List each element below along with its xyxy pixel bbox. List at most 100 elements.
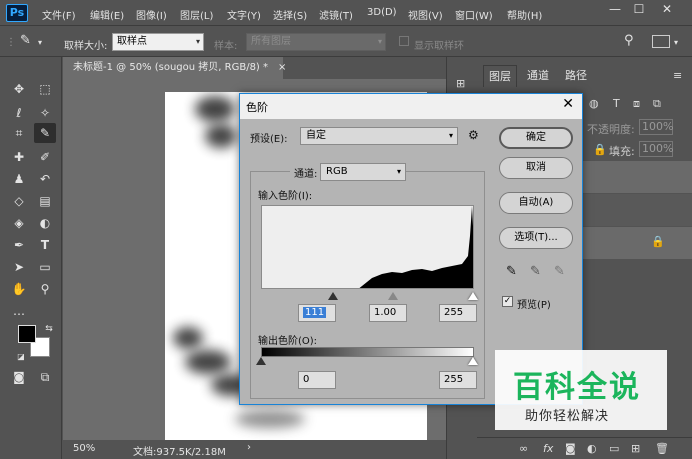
marquee-tool-icon[interactable]: ⬚: [34, 79, 56, 99]
ok-button[interactable]: 确定: [499, 127, 573, 149]
output-white-slider[interactable]: [468, 357, 478, 365]
history-panel-icon[interactable]: ⊞: [456, 77, 465, 90]
channel-select[interactable]: RGB ▾: [320, 163, 406, 181]
white-eyedropper-icon[interactable]: ✎: [554, 264, 565, 279]
gray-eyedropper-icon[interactable]: ✎: [530, 264, 541, 279]
dialog-title: 色阶: [246, 101, 268, 114]
quick-mask-icon[interactable]: ◙: [8, 367, 30, 387]
menu-select[interactable]: 选择(S): [273, 7, 307, 22]
tab-channels[interactable]: 通道: [521, 65, 555, 87]
adjustment-layer-icon[interactable]: ◐: [587, 442, 597, 455]
history-brush-icon[interactable]: ↶: [34, 169, 56, 189]
tab-paths[interactable]: 路径: [559, 65, 593, 87]
document-tab[interactable]: 未标题-1 @ 50% (sougou 拷贝, RGB/8) * ×: [63, 57, 286, 79]
sample-size-select[interactable]: 取样点 ▾: [112, 33, 204, 51]
menu-help[interactable]: 帮助(H): [507, 7, 542, 22]
dodge-tool-icon[interactable]: ◐: [34, 213, 56, 233]
gradient-tool-icon[interactable]: ▤: [34, 191, 56, 211]
eyedropper-tool-icon[interactable]: ✎: [20, 33, 31, 48]
auto-button[interactable]: 自动(A): [499, 192, 573, 214]
input-white-slider[interactable]: [468, 292, 478, 300]
preset-select[interactable]: 自定 ▾: [300, 127, 458, 145]
options-button[interactable]: 选项(T)...: [499, 227, 573, 249]
input-gamma-slider[interactable]: [388, 292, 398, 300]
options-bar: ⋮ ✎ ▾ 取样大小: 取样点 ▾ 样本: 所有图层 ▾ 显示取样环 ⚲ ▾: [0, 27, 692, 57]
filter-type-icon[interactable]: T: [613, 97, 620, 110]
pen-tool-icon[interactable]: ✒: [8, 235, 30, 255]
fx-icon[interactable]: fx: [543, 442, 553, 455]
show-ring-checkbox[interactable]: [399, 36, 409, 46]
new-layer-icon[interactable]: ⊞: [631, 442, 640, 455]
search-icon[interactable]: ⚲: [624, 33, 634, 48]
eyedropper-tool-icon[interactable]: ✎: [34, 123, 56, 143]
black-eyedropper-icon[interactable]: ✎: [506, 264, 517, 279]
fill-input[interactable]: 100%: [639, 141, 673, 157]
close-tab-icon[interactable]: ×: [278, 62, 286, 73]
menu-filter[interactable]: 滤镜(T): [319, 7, 353, 22]
status-bar: 50% 文档:937.5K/2.18M ›: [63, 440, 446, 459]
magic-wand-icon[interactable]: ✧: [34, 103, 56, 123]
cancel-button[interactable]: 取消: [499, 157, 573, 179]
watermark: 百科全说 助你轻松解决: [495, 350, 667, 430]
input-white-field[interactable]: 255: [439, 304, 477, 322]
menu-type[interactable]: 文字(Y): [227, 7, 261, 22]
filter-shape-icon[interactable]: ⧈: [633, 97, 640, 111]
tab-layers[interactable]: 图层: [483, 65, 517, 87]
sample-select[interactable]: 所有图层 ▾: [246, 33, 386, 51]
filter-smart-icon[interactable]: ⧉: [653, 97, 661, 111]
screen-mode-icon[interactable]: ⧉: [34, 367, 56, 387]
output-black-slider[interactable]: [256, 357, 266, 365]
grip-icon: ⋮: [6, 37, 16, 48]
preview-checkbox[interactable]: ✓: [502, 296, 513, 307]
workspace-icon[interactable]: [652, 35, 670, 48]
hand-tool-icon[interactable]: ✋: [8, 279, 30, 299]
delete-layer-icon[interactable]: 🗑: [655, 442, 669, 455]
input-black-slider[interactable]: [328, 292, 338, 300]
input-gamma-field[interactable]: 1.00: [369, 304, 407, 322]
menu-window[interactable]: 窗口(W): [455, 7, 493, 22]
input-black-field[interactable]: 111: [298, 304, 336, 322]
sample-label: 样本:: [214, 41, 238, 52]
dialog-close-button[interactable]: ✕: [562, 96, 574, 112]
panel-menu-icon[interactable]: ≡: [673, 69, 682, 82]
output-white-field[interactable]: 255: [439, 371, 477, 389]
zoom-tool-icon[interactable]: ⚲: [34, 279, 56, 299]
maximize-button[interactable]: ☐: [628, 0, 650, 20]
preset-options-gear-icon[interactable]: ⚙: [468, 128, 479, 142]
default-colors-icon[interactable]: ◪: [10, 347, 32, 367]
status-menu-arrow[interactable]: ›: [247, 442, 251, 453]
menu-layer[interactable]: 图层(L): [180, 7, 213, 22]
blur-tool-icon[interactable]: ◈: [8, 213, 30, 233]
filter-pixel-icon[interactable]: ◍: [589, 97, 599, 110]
menu-edit[interactable]: 编辑(E): [90, 7, 124, 22]
tool-preset-chevron-icon[interactable]: ▾: [38, 38, 42, 47]
foreground-color-swatch[interactable]: [18, 325, 36, 343]
opacity-input[interactable]: 100%: [639, 119, 673, 135]
brush-tool-icon[interactable]: ✐: [34, 147, 56, 167]
link-layers-icon[interactable]: ∞: [519, 442, 528, 455]
crop-tool-icon[interactable]: ⌗: [8, 123, 30, 143]
workspace-chevron-icon[interactable]: ▾: [674, 38, 678, 47]
type-tool-icon[interactable]: T: [34, 235, 56, 255]
move-tool-icon[interactable]: ✥: [8, 79, 30, 99]
layer-mask-icon[interactable]: ◙: [565, 442, 576, 455]
more-tools-icon[interactable]: …: [8, 301, 30, 321]
menu-image[interactable]: 图像(I): [136, 7, 167, 22]
lock-icon[interactable]: 🔒: [593, 143, 607, 156]
group-layers-icon[interactable]: ▭: [609, 442, 619, 455]
chevron-down-icon: ▾: [448, 131, 453, 140]
eraser-tool-icon[interactable]: ◇: [8, 191, 30, 211]
path-selection-icon[interactable]: ➤: [8, 257, 30, 277]
lasso-tool-icon[interactable]: ℓ: [8, 103, 30, 123]
rectangle-tool-icon[interactable]: ▭: [34, 257, 56, 277]
healing-brush-icon[interactable]: ✚: [8, 147, 30, 167]
stamp-tool-icon[interactable]: ♟: [8, 169, 30, 189]
close-window-button[interactable]: ✕: [656, 0, 678, 20]
minimize-button[interactable]: —: [604, 0, 626, 20]
menu-view[interactable]: 视图(V): [408, 7, 443, 22]
output-black-field[interactable]: 0: [298, 371, 336, 389]
menu-3d[interactable]: 3D(D): [367, 7, 397, 18]
zoom-level[interactable]: 50%: [73, 443, 95, 454]
swap-colors-icon[interactable]: ⇆: [38, 319, 60, 339]
menu-file[interactable]: 文件(F): [42, 7, 76, 22]
